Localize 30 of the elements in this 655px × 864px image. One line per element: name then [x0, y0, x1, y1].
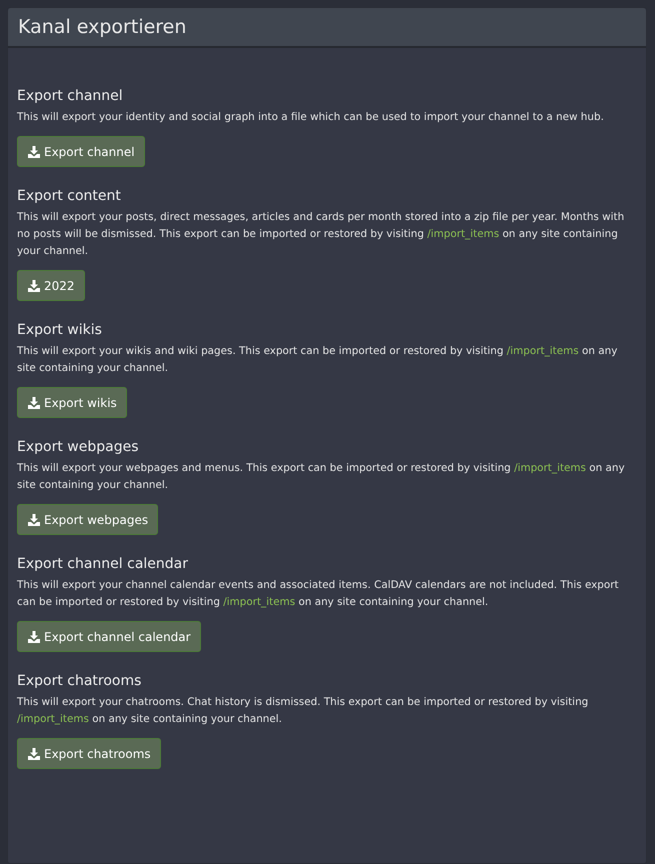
section-title: Export content — [17, 187, 122, 205]
page-title: Kanal exportieren — [18, 15, 188, 39]
import-link[interactable]: /import_items — [506, 345, 579, 357]
section-description: This will export your wikis and wiki pages. This export can be imported or restored by visiting /import_items on any site containing your channel. — [17, 344, 618, 376]
download-icon — [28, 630, 40, 642]
section-title: Export channel — [17, 87, 124, 105]
section-description: This will export your webpages and menus. This export can be imported or restored by visiting /import_items on any site containing your channel. — [17, 461, 626, 493]
download-icon — [28, 396, 40, 408]
export-button[interactable]: Export wikis — [17, 387, 127, 418]
section-title: Export channel calendar — [17, 555, 190, 573]
import-link[interactable]: /import_items — [514, 462, 586, 474]
section-description: This will export your identity and social graph into a file which can be used to import your channel to a new hub. — [17, 110, 605, 125]
section-title: Export webpages — [17, 438, 140, 456]
section-description: This will export your posts, direct messages, articles and cards per month stored into a zip file per year. Months with no posts will be dismissed. This export can be imported or restored by visiting /import_items on any site containing your channel. — [17, 210, 626, 259]
section-description: This will export your chatrooms. Chat history is dismissed. This export can be imported or restored by visiting /import_items on any site containing your channel. — [17, 695, 590, 727]
section-title: Export wikis — [17, 321, 103, 339]
download-icon — [28, 748, 40, 760]
export-button[interactable]: 2022 — [17, 270, 85, 301]
section-description: This will export your channel calendar events and associated items. CalDAV calendars are not included. This export can be imported or restored by visiting /import_items on any site containing your channel. — [17, 578, 620, 610]
export-button[interactable]: Export channel — [17, 136, 145, 167]
export-button[interactable]: Export webpages — [17, 504, 158, 535]
import-link[interactable]: /import_items — [223, 596, 296, 608]
export-button[interactable]: Export chatrooms — [17, 738, 161, 769]
download-icon — [28, 280, 40, 292]
import-link[interactable]: /import_items — [427, 228, 500, 240]
download-icon — [28, 146, 40, 158]
section-title: Export chatrooms — [17, 672, 142, 690]
export-button[interactable]: Export channel calendar — [17, 621, 201, 652]
download-icon — [28, 514, 40, 526]
import-link[interactable]: /import_items — [17, 713, 89, 725]
